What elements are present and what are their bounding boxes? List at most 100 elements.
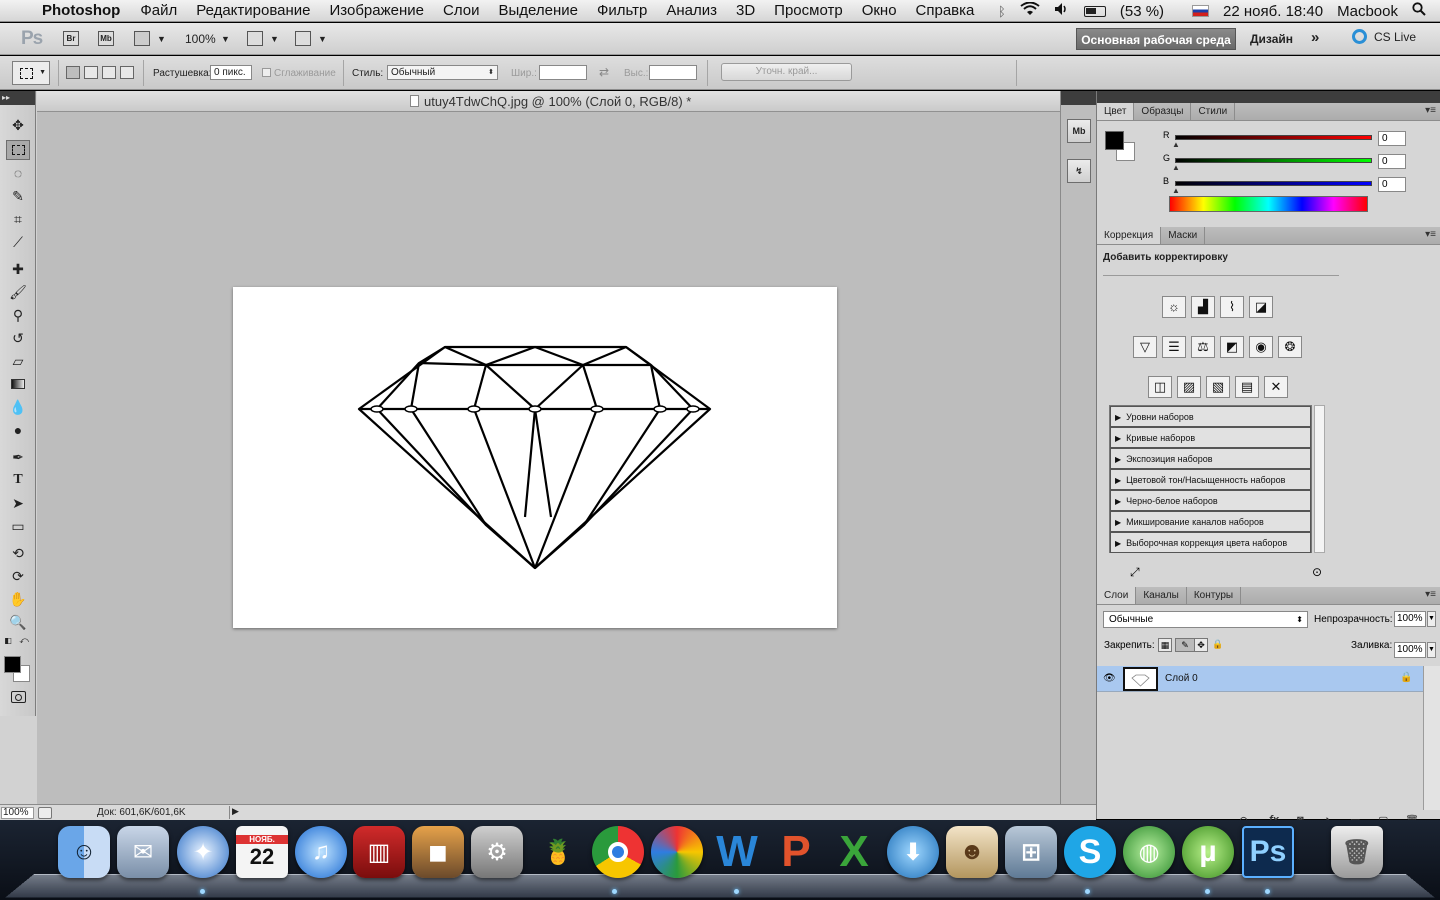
mail-icon[interactable]: ✉ [117,826,169,878]
red-gradient-bar[interactable] [1175,135,1372,140]
input-language-flag-icon[interactable] [1192,5,1210,17]
levels-icon[interactable]: ▟ [1191,296,1215,318]
menu-window[interactable]: Окно [862,2,897,19]
3d-rotate-tool-icon[interactable]: ⟲ [6,543,30,563]
battery-status[interactable]: (53 %) [1083,3,1178,20]
blue-value-input[interactable]: 0 [1378,177,1406,192]
clock[interactable]: 22 нояб. 18:40 [1223,3,1323,20]
fill-slider-toggle-icon[interactable]: ▼ [1427,642,1436,658]
style-select[interactable]: Обычный ⬍ [387,65,498,80]
menu-file[interactable]: Файл [140,2,177,19]
antialias-checkbox[interactable] [262,68,271,77]
preset-levels[interactable]: ▶ Уровни наборов [1110,406,1311,427]
eyedropper-tool-icon[interactable]: ⟋ [6,232,30,252]
expand-triangle-icon[interactable]: ▶ [1115,518,1121,527]
tab-adjustments[interactable]: Коррекция [1097,227,1162,244]
toolbox-collapse-icon[interactable]: ▸▸ [0,91,35,105]
spotlight-icon[interactable] [1412,2,1426,20]
menu-view[interactable]: Просмотр [774,2,843,19]
feather-input[interactable]: 0 пикс. [210,65,252,80]
system-preferences-icon[interactable]: ⚙ [471,826,523,878]
gradient-map-icon[interactable]: ▤ [1235,376,1259,398]
powerpoint-icon[interactable]: P [770,826,822,878]
return-to-list-icon[interactable]: ⤢ [1130,565,1140,580]
history-panel-icon[interactable]: ↯ [1067,159,1091,183]
workspace-essentials-button[interactable]: Основная рабочая среда [1076,28,1236,50]
image-canvas[interactable] [233,287,837,628]
tab-paths[interactable]: Контуры [1187,587,1242,604]
type-tool-icon[interactable]: T [6,470,30,490]
clone-stamp-tool-icon[interactable]: ⚲ [6,305,30,325]
red-value-input[interactable]: 0 [1378,131,1406,146]
fill-input[interactable]: 100% [1394,642,1426,658]
red-slider[interactable]: R ▲ 0 [1163,130,1440,150]
expand-triangle-icon[interactable]: ▶ [1115,539,1121,548]
layer-thumbnail[interactable] [1123,667,1158,691]
bridge-button[interactable]: Br [63,31,79,46]
subtract-selection-button[interactable] [102,66,116,79]
menu-image[interactable]: Изображение [329,2,424,19]
preset-curves[interactable]: ▶ Кривые наборов [1110,427,1311,448]
slider-handle-icon[interactable]: ▲ [1172,140,1180,149]
new-selection-button[interactable] [66,66,80,79]
preset-exposure[interactable]: ▶ Экспозиция наборов [1110,448,1311,469]
refine-edge-button[interactable]: Уточн. край... [721,63,852,81]
skype-icon[interactable]: S [1064,826,1116,878]
layer-row[interactable]: 👁 Слой 0 🔒 [1097,666,1423,692]
brightness-contrast-icon[interactable]: ☼ [1162,296,1186,318]
slider-handle-icon[interactable]: ▲ [1172,186,1180,195]
blend-mode-select[interactable]: Обычные ⬍ [1103,611,1308,628]
panel-menu-icon[interactable]: ▾≡ [1425,105,1436,116]
channel-mixer-icon[interactable]: ❂ [1278,336,1302,358]
chevron-down-icon[interactable]: ▼ [221,34,230,44]
mini-bridge-panel-icon[interactable]: Mb [1067,119,1091,143]
photoshop-dock-icon[interactable]: Ps [1242,826,1294,878]
lock-pixels-icon[interactable]: ✎ [1175,638,1195,652]
expand-triangle-icon[interactable]: ▶ [1115,434,1121,443]
quick-mask-icon[interactable] [6,687,30,707]
menu-analysis[interactable]: Анализ [666,2,717,19]
tool-preset-picker[interactable]: ▼ [12,61,50,85]
3d-orbit-tool-icon[interactable]: ⟳ [6,566,30,586]
picasa-icon[interactable] [651,826,703,878]
expand-triangle-icon[interactable]: ▶ [1115,476,1121,485]
blur-tool-icon[interactable]: 💧 [6,397,30,417]
tab-layers[interactable]: Слои [1097,587,1137,604]
curves-icon[interactable]: ⌇ [1220,296,1244,318]
strip-collapse-icon[interactable] [1061,91,1096,105]
selective-color-icon[interactable]: ✕ [1264,376,1288,398]
chevron-down-icon[interactable]: ▼ [270,34,279,44]
green-slider[interactable]: G ▲ 0 [1163,153,1440,173]
iphoto-icon[interactable]: ◼ [412,826,464,878]
default-colors-icon[interactable]: ◧ [2,634,14,646]
visibility-eye-icon[interactable]: 👁 [1103,673,1116,684]
color-balance-icon[interactable]: ⚖ [1191,336,1215,358]
trash-icon[interactable]: 🗑 [1331,826,1383,878]
menu-select[interactable]: Выделение [498,2,577,19]
chevron-down-icon[interactable]: ▼ [318,34,327,44]
color-spectrum-ramp[interactable] [1169,196,1368,212]
height-input[interactable] [649,65,697,80]
finder-icon[interactable]: ☺ [58,826,110,878]
workspace-more-button[interactable]: » [1311,29,1319,46]
screen-mode-button[interactable] [295,31,311,46]
bluetooth-icon[interactable]: ᛒ [998,4,1006,19]
menu-app-name[interactable]: Photoshop [42,2,120,19]
address-book-icon[interactable]: ☻ [946,826,998,878]
threshold-icon[interactable]: ▧ [1206,376,1230,398]
invert-icon[interactable]: ◫ [1148,376,1172,398]
document-tab[interactable]: utuy4TdwChQ.jpg @ 100% (Слой 0, RGB/8) * [37,91,1060,112]
presets-scrollbar[interactable] [1314,405,1325,553]
volume-icon[interactable] [1054,2,1070,20]
expand-triangle-icon[interactable]: ▶ [1115,413,1121,422]
menu-filter[interactable]: Фильтр [597,2,647,19]
slider-handle-icon[interactable]: ▲ [1172,163,1180,172]
swap-colors-icon[interactable]: ⤺ [18,634,30,646]
swap-dimensions-icon[interactable]: ⇄ [599,65,609,79]
word-icon[interactable]: W [711,826,763,878]
exposure-icon[interactable]: ◪ [1249,296,1273,318]
green-gradient-bar[interactable] [1175,158,1372,163]
zoom-tool-icon[interactable]: 🔍 [6,612,30,632]
add-selection-button[interactable] [84,66,98,79]
cs-live-button[interactable]: CS Live [1352,29,1416,44]
